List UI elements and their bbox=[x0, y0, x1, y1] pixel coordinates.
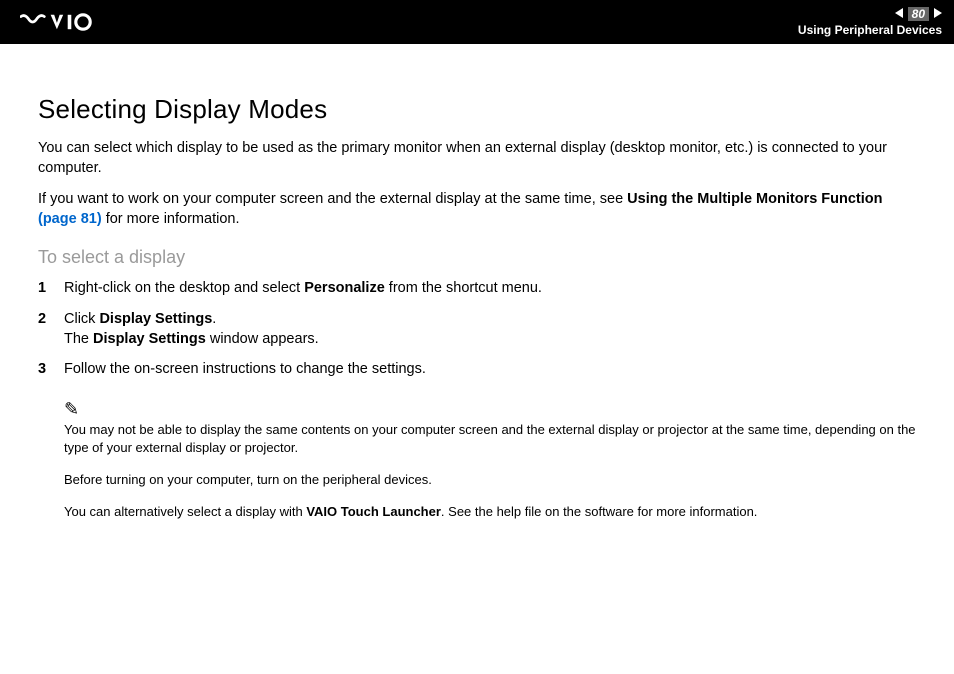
vaio-logo bbox=[20, 10, 110, 34]
note-1: You may not be able to display the same … bbox=[64, 421, 916, 457]
step-text-bold: Display Settings bbox=[93, 331, 206, 347]
para2-bold: Using the Multiple Monitors Function bbox=[627, 191, 882, 207]
header-right: 80 Using Peripheral Devices bbox=[798, 7, 942, 37]
note-block: ✎ You may not be able to display the sam… bbox=[64, 397, 916, 521]
step-text-span: Right-click on the desktop and select bbox=[64, 280, 304, 296]
step-text: Right-click on the desktop and select Pe… bbox=[64, 278, 542, 298]
note3-post: . See the help file on the software for … bbox=[441, 504, 758, 519]
page-content: Selecting Display Modes You can select w… bbox=[0, 44, 954, 521]
step-number: 3 bbox=[38, 359, 64, 379]
page-number: 80 bbox=[908, 7, 929, 21]
next-page-arrow[interactable] bbox=[932, 7, 942, 21]
prev-page-arrow[interactable] bbox=[895, 7, 905, 21]
note-icon: ✎ bbox=[64, 397, 916, 422]
paragraph-1: You can select which display to be used … bbox=[38, 139, 916, 178]
step-text-bold: Display Settings bbox=[99, 311, 212, 327]
section-title: Using Peripheral Devices bbox=[798, 23, 942, 37]
step-text: Click Display Settings. The Display Setti… bbox=[64, 309, 319, 350]
paragraph-2: If you want to work on your computer scr… bbox=[38, 190, 916, 229]
para2-post: for more information. bbox=[102, 211, 240, 227]
para2-pre: If you want to work on your computer scr… bbox=[38, 191, 627, 207]
step-text-span: Follow the on-screen instructions to cha… bbox=[64, 361, 426, 377]
step-row: 1Right-click on the desktop and select P… bbox=[38, 278, 916, 298]
step-text: Follow the on-screen instructions to cha… bbox=[64, 359, 426, 379]
step-text-span: The bbox=[64, 331, 93, 347]
step-number: 1 bbox=[38, 278, 64, 298]
step-text-span: window appears. bbox=[206, 331, 319, 347]
note-2: Before turning on your computer, turn on… bbox=[64, 471, 916, 489]
note-3: You can alternatively select a display w… bbox=[64, 503, 916, 521]
note3-pre: You can alternatively select a display w… bbox=[64, 504, 306, 519]
page-title: Selecting Display Modes bbox=[38, 94, 916, 125]
step-text-span: . bbox=[212, 311, 216, 327]
subheading: To select a display bbox=[38, 247, 916, 268]
step-number: 2 bbox=[38, 309, 64, 350]
step-text-span: Click bbox=[64, 311, 99, 327]
header-bar: 80 Using Peripheral Devices bbox=[0, 0, 954, 44]
steps-list: 1Right-click on the desktop and select P… bbox=[38, 278, 916, 379]
note3-bold: VAIO Touch Launcher bbox=[306, 504, 441, 519]
step-row: 2Click Display Settings. The Display Sett… bbox=[38, 309, 916, 350]
step-text-span: from the shortcut menu. bbox=[385, 280, 542, 296]
page-link-81[interactable]: (page 81) bbox=[38, 211, 102, 227]
page-nav: 80 bbox=[895, 7, 942, 21]
step-text-bold: Personalize bbox=[304, 280, 385, 296]
step-row: 3Follow the on-screen instructions to ch… bbox=[38, 359, 916, 379]
